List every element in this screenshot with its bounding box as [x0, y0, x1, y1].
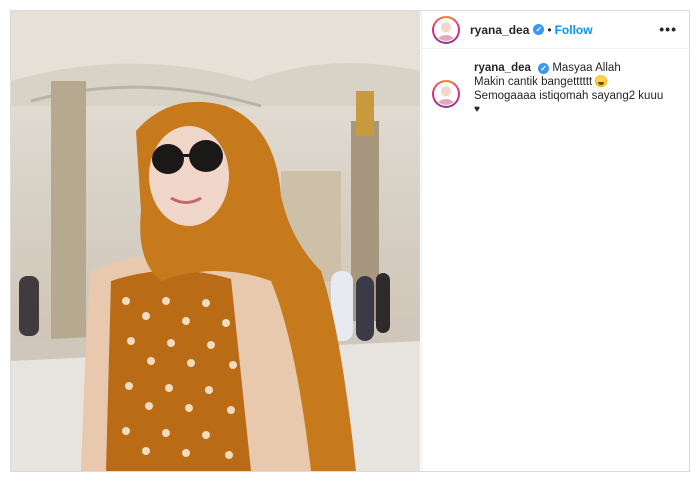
comment-username[interactable]: ryana_dea — [474, 62, 531, 74]
caption-line-3: Semogaaaa istiqomah sayang2 kuuu — [474, 90, 664, 102]
post-side-panel: ryana_dea ✓ • Follow ••• ryana_dea ✓ Mas… — [421, 11, 689, 471]
verified-badge-icon: ✓ — [533, 24, 545, 35]
separator-dot: • — [547, 22, 552, 37]
avatar[interactable] — [432, 15, 460, 44]
comment-verified-badge-icon: ✓ — [538, 63, 550, 74]
crying-face-emoji-icon — [595, 75, 608, 87]
comment-avatar-image — [435, 83, 457, 105]
post-username[interactable]: ryana_dea — [470, 23, 529, 37]
post-header: ryana_dea ✓ • Follow ••• — [422, 11, 689, 49]
follow-button[interactable]: Follow — [555, 23, 593, 37]
caption-comment: ryana_dea ✓ Masyaa Allah Makin cantik ba… — [422, 49, 689, 117]
caption-line-2: Makin cantik bangetttttt — [474, 76, 593, 88]
caption-line-1: Masyaa Allah — [552, 62, 621, 74]
post-photo[interactable] — [11, 11, 420, 471]
more-options-icon[interactable]: ••• — [659, 21, 677, 37]
heart-icon: ♥ — [474, 104, 480, 115]
caption-text: ryana_dea ✓ Masyaa Allah Makin cantik ba… — [474, 61, 663, 117]
post-photo-illustration — [11, 11, 420, 471]
instagram-post-card: ryana_dea ✓ • Follow ••• ryana_dea ✓ Mas… — [10, 10, 690, 472]
comment-avatar[interactable] — [432, 80, 460, 108]
avatar-image — [435, 18, 457, 41]
